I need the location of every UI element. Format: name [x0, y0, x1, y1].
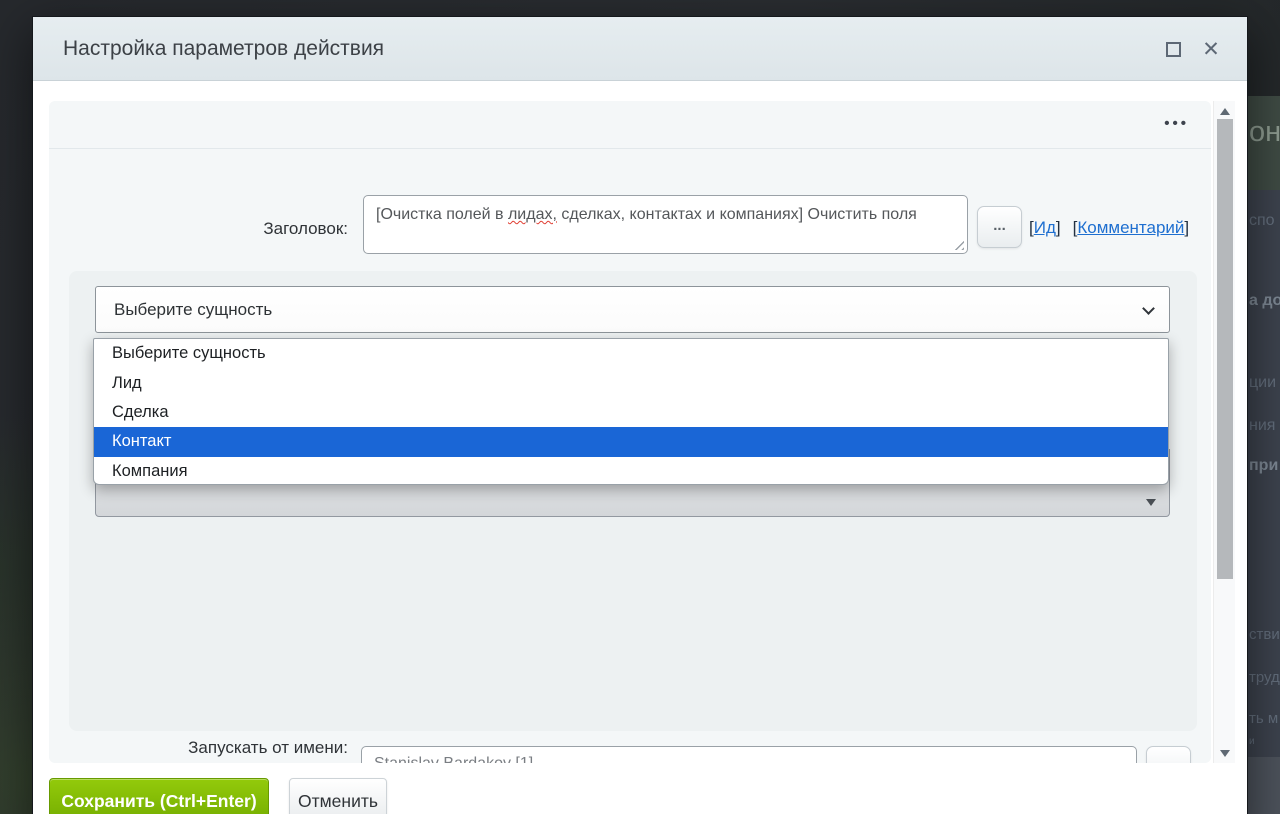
title-more-button[interactable]: ...	[977, 206, 1022, 248]
run-as-input[interactable]: Stanislav Bardakov [1]	[361, 746, 1137, 763]
background-partial-text: труд	[1249, 669, 1280, 686]
scroll-down-button[interactable]	[1214, 745, 1236, 761]
id-link-bracket: ]	[1055, 218, 1061, 237]
cancel-button[interactable]: Отменить	[289, 778, 387, 814]
background-partial-text: она	[1249, 116, 1280, 148]
comment-link[interactable]: Комментарий	[1077, 218, 1184, 237]
entity-select[interactable]: Выберите сущность	[95, 286, 1170, 333]
background-partial-text: и	[1249, 736, 1255, 747]
background-partial-text: стви	[1249, 626, 1280, 643]
title-field-label: Заголовок:	[263, 219, 348, 238]
run-as-label: Запускать от имени:	[188, 738, 348, 757]
close-icon: ✕	[1202, 37, 1220, 61]
maximize-button[interactable]	[1161, 37, 1185, 61]
option-lead[interactable]: Лид	[94, 368, 1168, 397]
option-deal[interactable]: Сделка	[94, 398, 1168, 427]
comment-link-bracket: ]	[1184, 218, 1190, 237]
resize-handle-icon[interactable]	[953, 239, 964, 250]
scroll-up-icon	[1220, 107, 1230, 115]
dialog-titlebar: Настройка параметров действия ✕	[33, 17, 1247, 81]
entity-select-value: Выберите сущность	[114, 299, 273, 319]
close-button[interactable]: ✕	[1199, 37, 1223, 61]
run-as-more-button[interactable]: ...	[1146, 746, 1191, 763]
option-company[interactable]: Компания	[94, 457, 1168, 484]
save-button[interactable]: Сохранить (Ctrl+Enter)	[49, 778, 269, 814]
dialog-scrollbar[interactable]	[1213, 101, 1235, 763]
title-textarea[interactable]: [Очистка полей в лидах, сделках, контакт…	[363, 195, 968, 254]
background-partial-text: а до	[1249, 292, 1280, 309]
option-contact[interactable]: Контакт	[94, 427, 1168, 457]
action-settings-dialog: Настройка параметров действия ✕ ••• Заго…	[32, 16, 1248, 814]
entity-dropdown-list: Выберите сущность Лид Сделка Контакт Ком…	[93, 338, 1169, 485]
option-select-entity[interactable]: Выберите сущность	[94, 339, 1168, 368]
form-scroll-panel: ••• Заголовок: [Очистка полей в лидах, с…	[49, 101, 1211, 763]
background-partial-text: ния	[1249, 417, 1276, 434]
background-footer-band	[1246, 757, 1280, 814]
ellipsis-menu-button[interactable]: •••	[1164, 115, 1189, 132]
entity-fieldset: Выберите сущность Выберите сущность Лид …	[69, 271, 1197, 731]
dialog-title: Настройка параметров действия	[63, 36, 385, 60]
title-text-after: сделках, контактах и компаниях] Очистить…	[556, 206, 917, 223]
title-text-misspelled: лидах,	[507, 206, 557, 223]
scrollbar-thumb[interactable]	[1217, 119, 1233, 579]
scroll-down-icon	[1220, 749, 1230, 757]
maximize-icon	[1165, 41, 1181, 57]
background-partial-text: ции	[1249, 374, 1277, 391]
background-partial-text: спо	[1249, 212, 1275, 229]
ellipsis-icon: •••	[1164, 115, 1189, 132]
id-link[interactable]: Ид	[1034, 218, 1056, 237]
background-page-edge: она спо а до ции ния при стви труд ть м …	[1246, 0, 1280, 814]
title-links: [Ид] [Комментарий]	[1029, 218, 1189, 238]
form-header: •••	[49, 101, 1211, 149]
dropdown-arrow-icon	[1146, 499, 1156, 506]
title-text-before: [Очистка полей в	[376, 206, 508, 223]
background-partial-text: при	[1249, 457, 1279, 474]
chevron-down-icon	[1142, 302, 1155, 315]
background-partial-text: ть м	[1249, 710, 1279, 727]
scroll-up-button[interactable]	[1214, 103, 1236, 119]
